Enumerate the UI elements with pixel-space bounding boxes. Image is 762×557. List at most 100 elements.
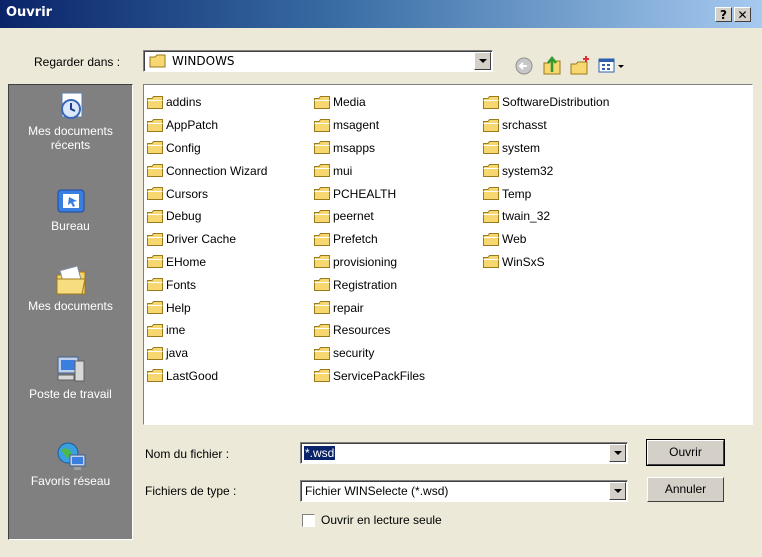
filename-dropdown-button[interactable]: [609, 444, 626, 462]
list-item[interactable]: Connection Wizard: [147, 159, 267, 182]
folder-icon: [147, 369, 163, 383]
list-item-label: Config: [166, 140, 201, 155]
folder-icon: [147, 323, 163, 337]
place-network[interactable]: Favoris réseau: [9, 440, 132, 488]
list-item[interactable]: peernet: [314, 205, 425, 228]
look-in-combo[interactable]: WINDOWS: [143, 50, 493, 72]
folder-icon: [314, 346, 330, 360]
folder-icon: [483, 232, 499, 246]
list-item[interactable]: LastGood: [147, 365, 267, 388]
list-item[interactable]: mui: [314, 159, 425, 182]
list-item-label: LastGood: [166, 368, 219, 383]
folder-icon: [314, 323, 330, 337]
up-folder-button[interactable]: [541, 55, 563, 77]
list-item-label: Driver Cache: [166, 232, 237, 247]
recent-documents-icon: [60, 92, 82, 119]
new-folder-button[interactable]: [569, 55, 591, 77]
folder-icon: [483, 255, 499, 269]
place-recent-documents[interactable]: Mes documents récents: [9, 90, 132, 152]
list-item-label: Prefetch: [333, 232, 378, 247]
list-item[interactable]: security: [314, 342, 425, 365]
filetype-dropdown-button[interactable]: [609, 482, 626, 500]
folder-icon: [314, 209, 330, 223]
places-bar: Mes documents récents Bureau Mes documen…: [8, 84, 133, 540]
list-item-label: mui: [333, 163, 353, 178]
list-item[interactable]: Temp: [483, 182, 609, 205]
list-item[interactable]: msapps: [314, 137, 425, 160]
close-button[interactable]: ✕: [734, 7, 751, 22]
list-item[interactable]: Media: [314, 91, 425, 114]
list-item[interactable]: system32: [483, 159, 609, 182]
folder-icon: [314, 141, 330, 155]
list-item[interactable]: Help: [147, 296, 267, 319]
list-item-label: msapps: [333, 140, 376, 155]
place-label: Bureau: [51, 219, 90, 233]
list-item-label: Debug: [166, 209, 202, 224]
list-item[interactable]: Prefetch: [314, 228, 425, 251]
readonly-checkbox[interactable]: [302, 514, 315, 527]
list-item-label: PCHEALTH: [333, 186, 397, 201]
list-item[interactable]: EHome: [147, 251, 267, 274]
list-item[interactable]: SoftwareDistribution: [483, 91, 609, 114]
list-item[interactable]: provisioning: [314, 251, 425, 274]
file-column-2: Media msagent msapps mui PCHEALTH peernet Pref…: [314, 91, 425, 387]
filetype-label: Fichiers de type :: [145, 484, 237, 498]
list-item[interactable]: AppPatch: [147, 114, 267, 137]
list-item-label: SoftwareDistribution: [502, 95, 610, 110]
my-documents-icon: [56, 265, 86, 295]
list-item-label: repair: [333, 300, 364, 315]
list-item[interactable]: WinSxS: [483, 251, 609, 274]
readonly-label: Ouvrir en lecture seule: [321, 513, 442, 527]
list-item-label: WinSxS: [502, 254, 545, 269]
help-button[interactable]: ?: [715, 7, 732, 22]
list-item[interactable]: Fonts: [147, 273, 267, 296]
list-item[interactable]: srchasst: [483, 114, 609, 137]
list-item[interactable]: Cursors: [147, 182, 267, 205]
cancel-button[interactable]: Annuler: [647, 477, 724, 502]
list-item[interactable]: java: [147, 342, 267, 365]
place-my-computer[interactable]: Poste de travail: [9, 353, 132, 401]
place-desktop[interactable]: Bureau: [9, 185, 132, 233]
filetype-value: Fichier WINSelecte (*.wsd): [305, 484, 449, 498]
list-item[interactable]: Debug: [147, 205, 267, 228]
list-item-label: system32: [502, 163, 554, 178]
back-button[interactable]: [513, 55, 535, 77]
file-column-1: addins AppPatch Config Connection Wizard Cur…: [147, 91, 267, 387]
folder-icon: [314, 278, 330, 292]
place-my-documents[interactable]: Mes documents: [9, 265, 132, 313]
list-item[interactable]: Resources: [314, 319, 425, 342]
list-item[interactable]: addins: [147, 91, 267, 114]
list-item[interactable]: ime: [147, 319, 267, 342]
place-label: Favoris réseau: [30, 474, 111, 488]
open-button[interactable]: Ouvrir: [646, 439, 725, 466]
list-item[interactable]: system: [483, 137, 609, 160]
list-item[interactable]: repair: [314, 296, 425, 319]
up-folder-icon: [543, 55, 561, 75]
folder-icon: [314, 187, 330, 201]
file-list[interactable]: addins AppPatch Config Connection Wizard Cur…: [143, 84, 753, 425]
list-item[interactable]: Driver Cache: [147, 228, 267, 251]
folder-icon: [149, 54, 166, 68]
my-computer-icon: [57, 356, 84, 382]
list-item[interactable]: msagent: [314, 114, 425, 137]
list-item[interactable]: Config: [147, 137, 267, 160]
view-menu-icon: [598, 58, 624, 73]
look-in-dropdown-button[interactable]: [474, 52, 491, 70]
list-item[interactable]: PCHEALTH: [314, 182, 425, 205]
list-item[interactable]: Web: [483, 228, 609, 251]
folder-icon: [483, 164, 499, 178]
filename-input[interactable]: *.wsd: [304, 446, 336, 460]
list-item[interactable]: twain_32: [483, 205, 609, 228]
filename-combo[interactable]: *.wsd: [300, 442, 628, 464]
folder-icon: [147, 209, 163, 223]
view-menu-button[interactable]: [597, 55, 627, 77]
filetype-select[interactable]: Fichier WINSelecte (*.wsd): [300, 480, 628, 502]
list-item-label: msagent: [333, 118, 380, 133]
list-item-label: system: [502, 140, 541, 155]
back-arrow-icon: [515, 57, 533, 75]
list-item[interactable]: ServicePackFiles: [314, 365, 425, 388]
list-item-label: Fonts: [166, 277, 197, 292]
list-item[interactable]: Registration: [314, 273, 425, 296]
folder-icon: [147, 255, 163, 269]
filename-label: Nom du fichier :: [145, 447, 230, 461]
